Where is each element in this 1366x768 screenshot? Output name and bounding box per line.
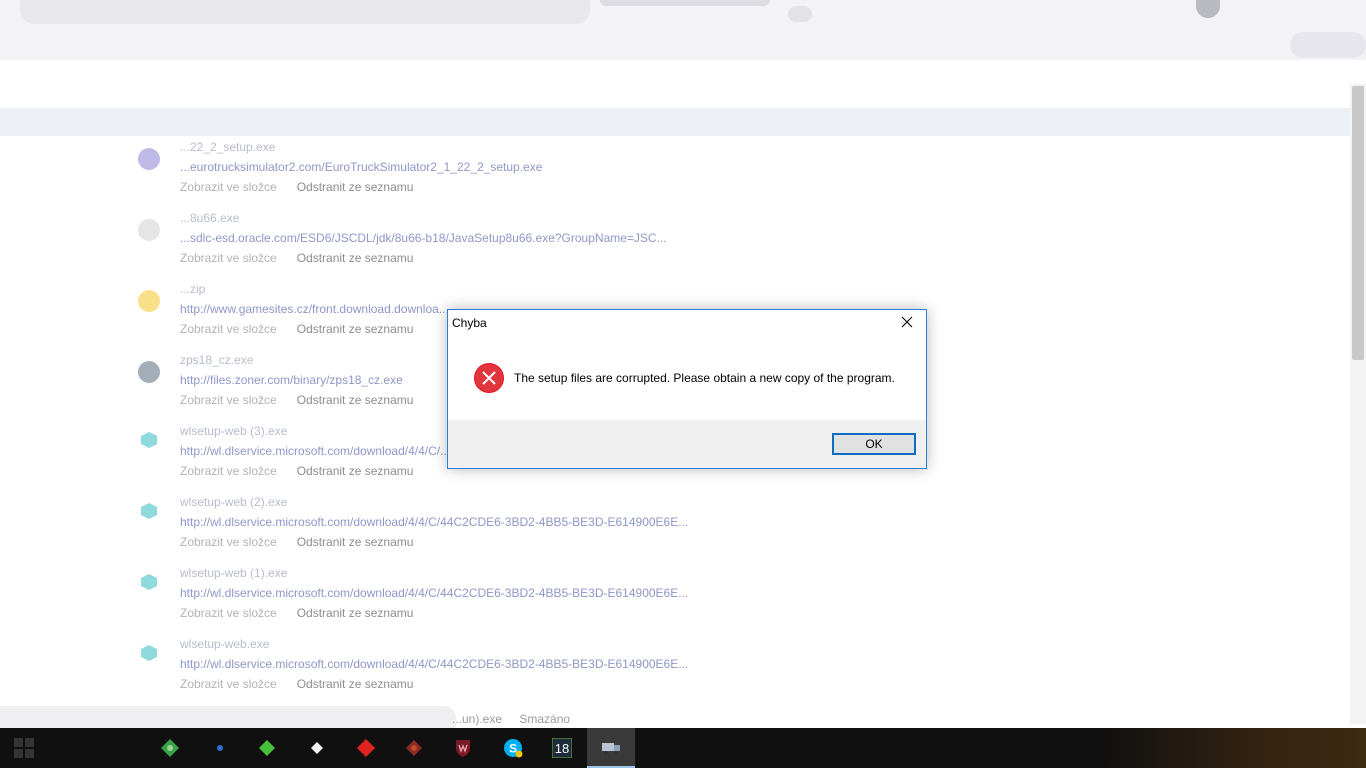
- error-x-icon: [474, 363, 504, 393]
- download-item: wlsetup-web (1).exe http://wl.dlservice.m…: [130, 566, 750, 626]
- download-filename[interactable]: wlsetup-web.exe: [180, 637, 269, 651]
- diamond-darkred-icon: [406, 740, 422, 756]
- file-icon: [141, 574, 157, 590]
- close-button[interactable]: [888, 310, 926, 334]
- download-actions: Zobrazit ve složce Odstranit ze seznamu: [180, 322, 433, 336]
- download-actions: Zobrazit ve složce Odstranit ze seznamu: [180, 180, 433, 194]
- download-url[interactable]: http://files.zoner.com/binary/zps18_cz.e…: [180, 373, 403, 387]
- diamond-green-icon: [259, 740, 275, 756]
- download-item: wlsetup-web (2).exe http://wl.dlservice.m…: [130, 495, 750, 555]
- zoner-18-icon: 18: [552, 738, 572, 758]
- close-icon: [901, 316, 913, 328]
- skype-icon: S: [504, 739, 523, 758]
- file-icon: [138, 290, 160, 312]
- dialog-footer: OK: [448, 420, 926, 468]
- taskbar-app-6[interactable]: [390, 728, 438, 768]
- download-url[interactable]: http://www.gamesites.cz/front.download.d…: [180, 302, 449, 316]
- bottom-download-item: ...un).exe Smazáno: [452, 712, 584, 726]
- scrollbar-thumb: [1352, 86, 1364, 360]
- blue-dot-icon: [217, 745, 223, 751]
- show-in-folder-link[interactable]: Zobrazit ve složce: [180, 251, 277, 265]
- download-filename[interactable]: zps18_cz.exe: [180, 353, 253, 367]
- setup-truck-icon: [602, 743, 620, 755]
- remove-from-list-link[interactable]: Odstranit ze seznamu: [297, 535, 414, 549]
- download-item: wlsetup-web.exe http://wl.dlservice.micro…: [130, 637, 750, 697]
- show-in-folder-link[interactable]: Zobrazit ve složce: [180, 464, 277, 478]
- download-url[interactable]: http://wl.dlservice.microsoft.com/downlo…: [180, 586, 688, 600]
- dialog-title: Chyba: [452, 316, 487, 330]
- download-actions: Zobrazit ve složce Odstranit ze seznamu: [180, 464, 433, 478]
- file-icon: [138, 361, 160, 383]
- file-icon: [141, 645, 157, 661]
- browser-tab-bar: [20, 0, 590, 24]
- bottom-download-name: ...un).exe: [452, 712, 503, 726]
- ok-button[interactable]: OK: [832, 433, 916, 455]
- red-shield-icon: [456, 740, 470, 757]
- taskbar-app-3[interactable]: [243, 728, 291, 768]
- bottom-download-status: Smazáno: [519, 712, 571, 726]
- file-icon: [138, 148, 160, 170]
- browser-tab: [600, 0, 770, 6]
- download-url[interactable]: ...sdlc-esd.oracle.com/ESD6/JSCDL/jdk/8u…: [180, 231, 667, 245]
- diamond-white-icon: [311, 742, 323, 754]
- download-item: ...22_2_setup.exe ...eurotrucksimulator2.…: [130, 140, 750, 200]
- download-actions: Zobrazit ve složce Odstranit ze seznamu: [180, 677, 433, 691]
- dialog-message: The setup files are corrupted. Please ob…: [514, 371, 895, 385]
- browser-menu: [1290, 32, 1366, 58]
- download-filename[interactable]: ...8u66.exe: [180, 211, 239, 225]
- download-filename[interactable]: wlsetup-web (3).exe: [180, 424, 287, 438]
- taskbar-app-setup-active[interactable]: [587, 728, 635, 768]
- taskbar-app-1[interactable]: [146, 728, 194, 768]
- new-tab-button: [788, 6, 812, 22]
- show-in-folder-link[interactable]: Zobrazit ve složce: [180, 606, 277, 620]
- remove-from-list-link[interactable]: Odstranit ze seznamu: [297, 606, 414, 620]
- download-actions: Zobrazit ve složce Odstranit ze seznamu: [180, 606, 433, 620]
- remove-from-list-link[interactable]: Odstranit ze seznamu: [297, 677, 414, 691]
- download-url[interactable]: http://wl.dlservice.microsoft.com/downlo…: [180, 515, 688, 529]
- download-filename[interactable]: ...22_2_setup.exe: [180, 140, 275, 154]
- download-filename[interactable]: wlsetup-web (2).exe: [180, 495, 287, 509]
- show-in-folder-link[interactable]: Zobrazit ve složce: [180, 535, 277, 549]
- download-actions: Zobrazit ve složce Odstranit ze seznamu: [180, 535, 433, 549]
- download-filename[interactable]: ...zip: [180, 282, 205, 296]
- taskbar-app-skype[interactable]: S: [489, 728, 537, 768]
- diamond-red-icon: [357, 739, 375, 757]
- zoner-label: 18: [555, 741, 569, 756]
- status-bar: [0, 706, 456, 728]
- download-actions: Zobrazit ve složce Odstranit ze seznamu: [180, 251, 433, 265]
- show-in-folder-link[interactable]: Zobrazit ve složce: [180, 180, 277, 194]
- download-item: ...8u66.exe ...sdlc-esd.oracle.com/ESD6/J…: [130, 211, 750, 271]
- file-icon: [141, 432, 157, 448]
- remove-from-list-link[interactable]: Odstranit ze seznamu: [297, 393, 414, 407]
- taskbar-app-7[interactable]: [439, 728, 487, 768]
- taskbar-app-5[interactable]: [342, 728, 390, 768]
- show-in-folder-link[interactable]: Zobrazit ve složce: [180, 393, 277, 407]
- green-app-icon: [161, 739, 179, 757]
- remove-from-list-link[interactable]: Odstranit ze seznamu: [297, 322, 414, 336]
- download-url[interactable]: http://wl.dlservice.microsoft.com/downlo…: [180, 444, 450, 458]
- download-filename[interactable]: wlsetup-web (1).exe: [180, 566, 287, 580]
- download-actions: Zobrazit ve složce Odstranit ze seznamu: [180, 393, 433, 407]
- download-url[interactable]: ...eurotrucksimulator2.com/EuroTruckSimu…: [180, 160, 542, 174]
- taskbar-app-zoner[interactable]: 18: [538, 728, 586, 768]
- taskbar-app-4[interactable]: [293, 728, 341, 768]
- error-dialog: Chyba The setup files are corrupted. Ple…: [447, 309, 927, 469]
- file-icon: [138, 219, 160, 241]
- show-in-folder-link[interactable]: Zobrazit ve složce: [180, 677, 277, 691]
- remove-from-list-link[interactable]: Odstranit ze seznamu: [297, 464, 414, 478]
- taskbar-app-2[interactable]: [196, 728, 244, 768]
- file-icon: [141, 503, 157, 519]
- remove-from-list-link[interactable]: Odstranit ze seznamu: [297, 251, 414, 265]
- show-in-folder-link[interactable]: Zobrazit ve složce: [180, 322, 277, 336]
- remove-from-list-link[interactable]: Odstranit ze seznamu: [297, 180, 414, 194]
- desktop-wallpaper-glow: [1100, 728, 1366, 768]
- start-icon[interactable]: [14, 738, 34, 758]
- download-url[interactable]: http://wl.dlservice.microsoft.com/downlo…: [180, 657, 688, 671]
- downloads-header-band: [0, 108, 1350, 136]
